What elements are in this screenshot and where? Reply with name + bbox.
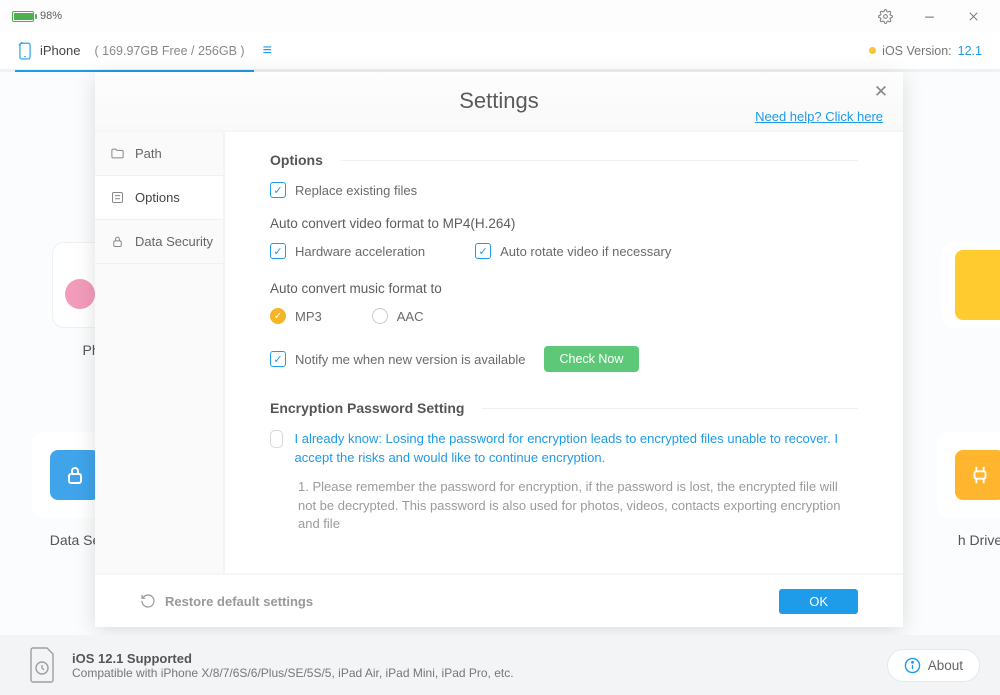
sidebar-item-path[interactable]: Path (95, 132, 223, 176)
minimize-button[interactable] (910, 2, 948, 30)
encryption-note: 1. Please remember the password for encr… (298, 478, 858, 535)
radio-aac[interactable]: AAC (372, 308, 424, 324)
device-name: iPhone (40, 43, 80, 58)
hw-accel-checkbox[interactable]: ✓ Hardware acceleration (270, 243, 425, 259)
ok-button[interactable]: OK (779, 589, 858, 614)
sidebar-item-options[interactable]: Options (95, 176, 223, 220)
radio-on-icon: ✓ (270, 308, 286, 324)
settings-gear-icon[interactable] (866, 2, 904, 30)
folder-icon (110, 146, 125, 161)
status-dot-icon (869, 47, 876, 54)
device-bar: iPhone ( 169.97GB Free / 256GB ) ≡ iOS V… (0, 32, 1000, 72)
device-storage: ( 169.97GB Free / 256GB ) (94, 44, 244, 58)
page-icon (26, 646, 58, 684)
video-convert-heading: Auto convert video format to MP4(H.264) (270, 216, 858, 231)
device-selector[interactable]: iPhone ( 169.97GB Free / 256GB ) ≡ (18, 42, 272, 60)
dialog-close-icon[interactable]: ✕ (869, 80, 893, 104)
settings-sidebar: Path Options Data Security (95, 132, 225, 573)
bottom-bar: iOS 12.1 Supported Compatible with iPhon… (0, 635, 1000, 695)
close-button[interactable] (954, 2, 992, 30)
check-icon: ✓ (270, 182, 286, 198)
check-icon: ✓ (270, 351, 286, 367)
restore-defaults-button[interactable]: Restore default settings (140, 593, 313, 609)
notify-checkbox[interactable]: ✓ Notify me when new version is availabl… (270, 351, 526, 367)
sidebar-item-security[interactable]: Data Security (95, 220, 223, 264)
help-link[interactable]: Need help? Click here (755, 109, 883, 124)
about-button[interactable]: About (887, 649, 980, 682)
info-icon (904, 657, 921, 674)
titlebar: 98% (0, 0, 1000, 32)
settings-content: Options ✓ Replace existing files Auto co… (225, 132, 903, 573)
supported-title: iOS 12.1 Supported (72, 651, 514, 666)
encryption-ack-checkbox[interactable]: I already know: Losing the password for … (270, 430, 858, 468)
device-menu-icon[interactable]: ≡ (263, 42, 272, 60)
check-now-button[interactable]: Check Now (544, 346, 640, 372)
ios-version: iOS Version: 12.1 (869, 44, 982, 58)
replace-files-checkbox[interactable]: ✓ Replace existing files (270, 182, 858, 198)
checkbox-empty-icon (270, 430, 283, 448)
section-options-title: Options (270, 152, 323, 168)
radio-mp3[interactable]: ✓ MP3 (270, 308, 322, 324)
supported-sub: Compatible with iPhone X/8/7/6S/6/Plus/S… (72, 666, 514, 680)
restore-icon (140, 593, 156, 609)
settings-dialog: Settings ✕ Need help? Click here Path Op… (95, 72, 903, 627)
options-icon (110, 190, 125, 205)
radio-off-icon (372, 308, 388, 324)
auto-rotate-checkbox[interactable]: ✓ Auto rotate video if necessary (475, 243, 671, 259)
section-encryption-title: Encryption Password Setting (270, 400, 464, 416)
music-convert-heading: Auto convert music format to (270, 281, 858, 296)
battery-percent: 98% (40, 10, 62, 22)
phone-icon (18, 42, 32, 60)
check-icon: ✓ (475, 243, 491, 259)
check-icon: ✓ (270, 243, 286, 259)
lock-icon (110, 234, 125, 249)
battery-icon (12, 11, 34, 22)
